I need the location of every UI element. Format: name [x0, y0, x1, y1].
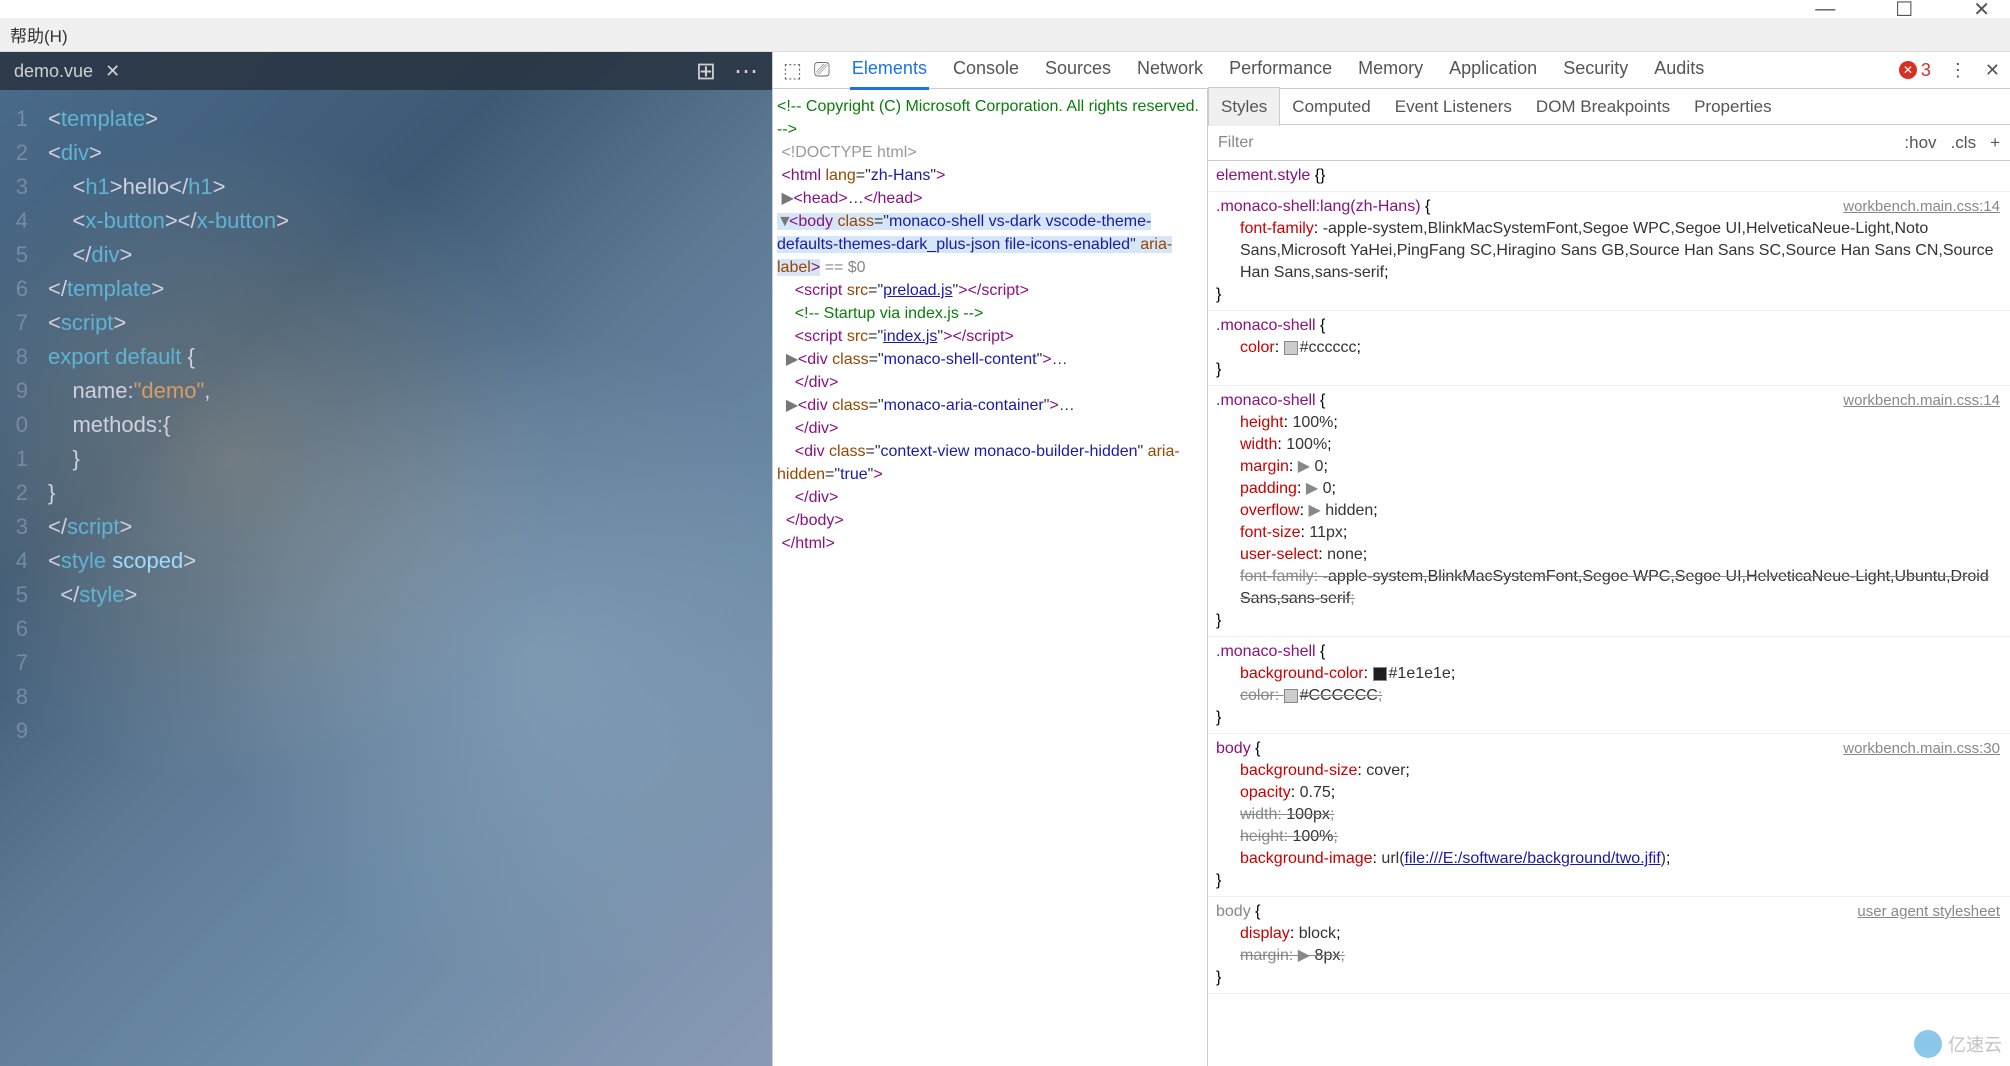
devtools-tab-application[interactable]: Application: [1447, 50, 1539, 90]
devtools-menu-icon[interactable]: ⋮: [1949, 60, 1967, 81]
editor-tabs: demo.vue ✕ ⊞ ⋯: [0, 52, 772, 90]
devtools-tab-performance[interactable]: Performance: [1227, 50, 1334, 90]
filter-input[interactable]: Filter: [1218, 132, 1254, 154]
watermark-logo-icon: [1914, 1030, 1942, 1058]
device-icon[interactable]: ⎚: [814, 59, 830, 82]
close-icon[interactable]: ✕: [1973, 0, 1990, 22]
devtools-toolbar: ⬚ ⎚ Elements Console Sources Network Perform…: [773, 52, 2010, 89]
styles-tab-event-listeners[interactable]: Event Listeners: [1383, 88, 1524, 126]
hov-toggle[interactable]: :hov: [1904, 132, 1936, 154]
new-rule-icon[interactable]: +: [1990, 132, 2000, 154]
menu-bar: 帮助(H): [0, 18, 2010, 52]
split-editor-icon[interactable]: ⊞: [696, 57, 716, 86]
error-badge[interactable]: ✕3: [1899, 60, 1931, 81]
inspect-icon[interactable]: ⬚: [783, 58, 802, 83]
styles-tab-properties[interactable]: Properties: [1682, 88, 1783, 126]
devtools-tab-audits[interactable]: Audits: [1652, 50, 1706, 90]
elements-tree[interactable]: <!-- Copyright (C) Microsoft Corporation…: [773, 89, 1208, 1066]
code-lines[interactable]: <template><div> <h1>hello</h1> <x-button…: [36, 102, 772, 748]
devtools-tab-console[interactable]: Console: [951, 50, 1021, 90]
css-rules[interactable]: element.style {}.monaco-shell:lang(zh-Ha…: [1208, 161, 2010, 1066]
styles-tab-styles[interactable]: Styles: [1208, 87, 1280, 126]
styles-filter-bar: Filter :hov .cls +: [1208, 125, 2010, 161]
watermark: 亿速云: [1914, 1030, 2002, 1058]
tab-label: demo.vue: [14, 61, 93, 82]
code-editor[interactable]: 1234567890123456789 <template><div> <h1>…: [0, 90, 772, 748]
styles-panel: StylesComputedEvent ListenersDOM Breakpo…: [1208, 89, 2010, 1066]
line-gutter: 1234567890123456789: [0, 102, 36, 748]
devtools-tab-network[interactable]: Network: [1135, 50, 1205, 90]
tab-demo-vue[interactable]: demo.vue ✕: [0, 52, 134, 90]
maximize-icon[interactable]: ☐: [1895, 0, 1913, 22]
styles-tab-dom-breakpoints[interactable]: DOM Breakpoints: [1524, 88, 1682, 126]
devtools-tab-security[interactable]: Security: [1561, 50, 1630, 90]
menu-help[interactable]: 帮助(H): [10, 22, 68, 47]
styles-tab-computed[interactable]: Computed: [1280, 88, 1382, 126]
devtools-tab-elements[interactable]: Elements: [850, 50, 929, 90]
editor-pane: demo.vue ✕ ⊞ ⋯ 1234567890123456789 <temp…: [0, 52, 772, 1066]
cls-toggle[interactable]: .cls: [1951, 132, 1977, 154]
devtools-tab-sources[interactable]: Sources: [1043, 50, 1113, 90]
devtools-tab-memory[interactable]: Memory: [1356, 50, 1425, 90]
devtools-close-icon[interactable]: ✕: [1985, 60, 2000, 81]
more-actions-icon[interactable]: ⋯: [734, 57, 758, 86]
minimize-icon[interactable]: —: [1815, 0, 1835, 21]
tab-close-icon[interactable]: ✕: [105, 61, 120, 82]
window-titlebar: — ☐ ✕: [0, 0, 2010, 18]
devtools-panel: ⬚ ⎚ Elements Console Sources Network Perform…: [772, 52, 2010, 1066]
